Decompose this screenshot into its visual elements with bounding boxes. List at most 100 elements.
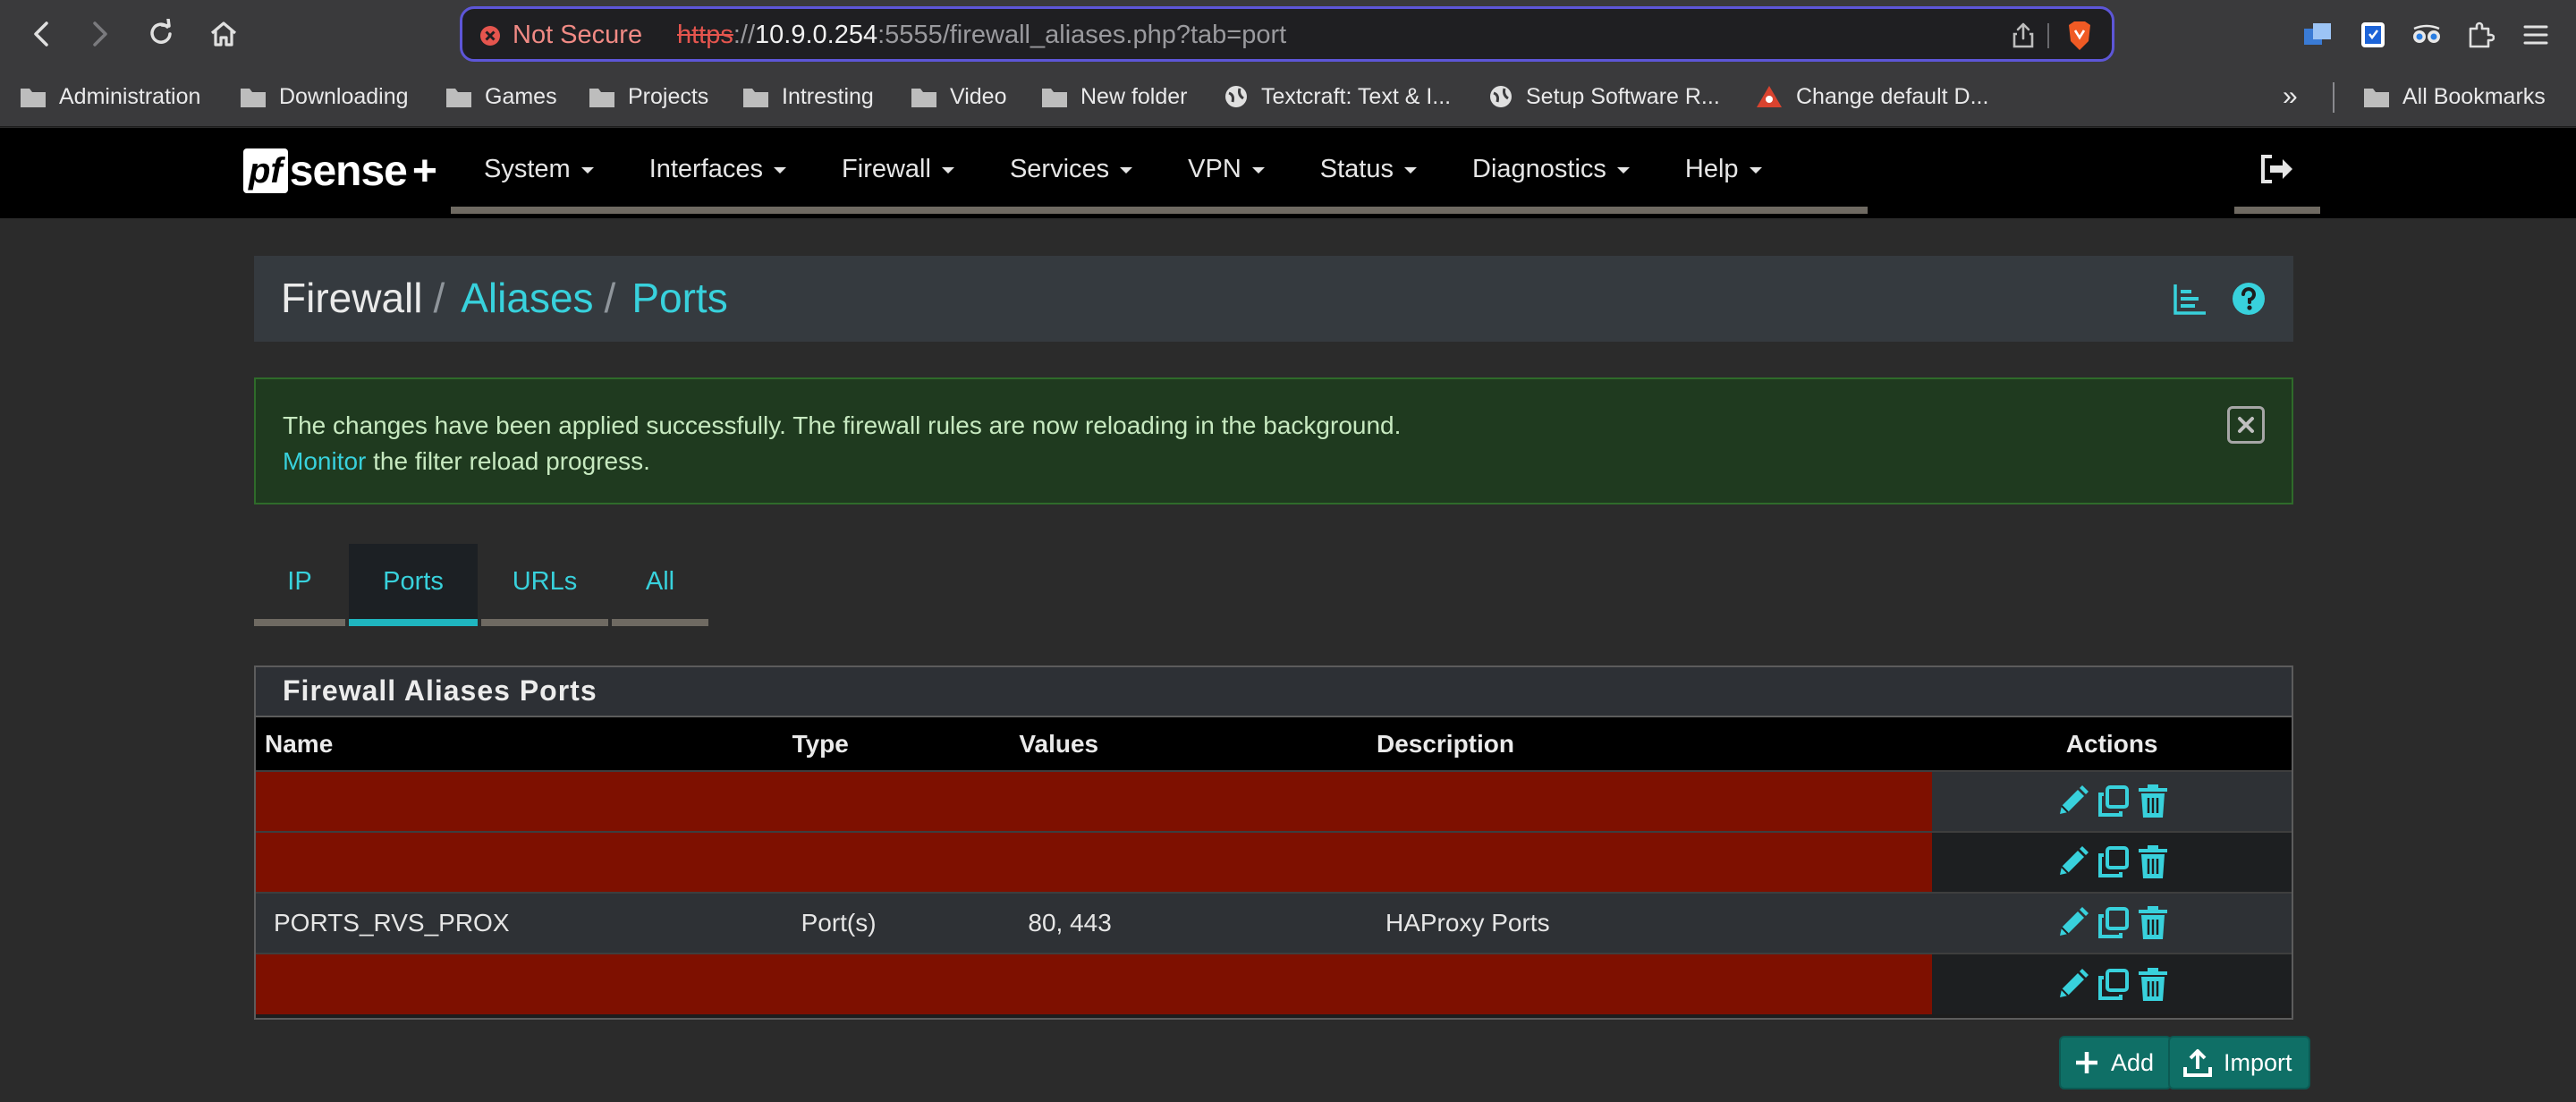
caret-down-icon <box>1120 167 1133 174</box>
pfsense-navbar: pf sense + System Interfaces Firewall Se… <box>0 128 2576 218</box>
bookmark-folder[interactable]: Intresting <box>742 79 874 114</box>
logo-plus: + <box>411 147 437 195</box>
folder-icon <box>911 85 937 108</box>
menu-status[interactable]: Status <box>1292 128 1445 210</box>
column-header-type[interactable]: Type <box>784 717 1011 771</box>
bookmark-label: Textcraft: Text & I... <box>1261 83 1452 109</box>
delete-icon[interactable] <box>2137 967 2169 1003</box>
security-label[interactable]: Not Secure <box>513 21 642 50</box>
column-header-values[interactable]: Values <box>1010 717 1368 771</box>
breadcrumb-separator: / <box>433 275 445 321</box>
reload-icon[interactable] <box>143 16 179 52</box>
site-icon <box>1755 84 1784 109</box>
import-button[interactable]: Import <box>2168 1036 2310 1089</box>
brave-shield-icon[interactable] <box>2065 20 2094 52</box>
breadcrumb-aliases[interactable]: Aliases <box>461 274 593 322</box>
folder-icon <box>240 85 267 108</box>
delete-icon[interactable] <box>2137 844 2169 880</box>
caret-down-icon <box>1749 167 1762 174</box>
monitor-link[interactable]: Monitor <box>283 447 366 475</box>
tab-ip[interactable]: IP <box>254 544 345 626</box>
url-text[interactable]: https://10.9.0.254:5555/firewall_aliases… <box>677 21 1286 50</box>
logout-icon[interactable] <box>2234 128 2320 210</box>
table-row[interactable] <box>256 954 2292 1014</box>
share-icon[interactable] <box>2012 21 2035 48</box>
home-icon[interactable] <box>206 16 242 52</box>
not-secure-icon <box>479 24 502 47</box>
add-button-label: Add <box>2111 1048 2155 1076</box>
help-icon[interactable] <box>2231 281 2267 317</box>
breadcrumb-bar: Firewall / Aliases / Ports <box>254 256 2293 342</box>
bookmark-folder[interactable]: New folder <box>1041 79 1188 114</box>
copy-icon[interactable] <box>2096 967 2131 1003</box>
extension-shield-icon[interactable] <box>2356 18 2390 52</box>
table-row[interactable] <box>256 771 2292 832</box>
extensions-puzzle-icon[interactable] <box>2463 18 2497 52</box>
row-actions <box>1932 832 2292 893</box>
all-bookmarks-button[interactable]: All Bookmarks <box>2363 79 2546 114</box>
menu-help[interactable]: Help <box>1657 128 1790 210</box>
copy-icon[interactable] <box>2096 784 2131 819</box>
browser-menu-icon[interactable] <box>2519 18 2553 52</box>
bookmark-label: Intresting <box>782 83 874 109</box>
panel-title: Firewall Aliases Ports <box>256 667 2292 717</box>
close-icon[interactable] <box>2227 406 2265 444</box>
extension-spy-icon[interactable] <box>2410 18 2444 52</box>
chart-icon[interactable] <box>2172 281 2207 317</box>
breadcrumb-ports[interactable]: Ports <box>631 274 727 322</box>
browser-toolbar: Not Secure https://10.9.0.254:5555/firew… <box>0 0 2576 68</box>
edit-icon[interactable] <box>2055 967 2090 1003</box>
aliases-table: Name Type Values Description Actions POR… <box>256 717 2292 1014</box>
table-row[interactable] <box>256 832 2292 893</box>
row-actions <box>1932 771 2292 832</box>
back-icon[interactable] <box>23 16 59 52</box>
bookmark-folder[interactable]: Projects <box>589 79 708 114</box>
logo-mark: pf <box>243 148 288 193</box>
globe-icon <box>1224 84 1249 109</box>
bookmarks-overflow-button[interactable]: » <box>2283 79 2298 114</box>
copy-icon[interactable] <box>2096 844 2131 880</box>
menu-underline <box>451 207 1868 214</box>
pfsense-logo[interactable]: pf sense + <box>243 144 437 198</box>
tab-all[interactable]: All <box>612 544 708 626</box>
menu-vpn[interactable]: VPN <box>1160 128 1292 210</box>
bookmark-folder[interactable]: Games <box>445 79 557 114</box>
bookmark-folder[interactable]: Administration <box>20 79 200 114</box>
bookmark-label: Administration <box>59 83 201 109</box>
menu-system[interactable]: System <box>456 128 622 210</box>
table-row[interactable]: PORTS_RVS_PROX Port(s) 80, 443 HAProxy P… <box>256 893 2292 954</box>
column-header-name[interactable]: Name <box>256 717 784 771</box>
bookmark-label: Change default D... <box>1796 83 1989 109</box>
caret-down-icon <box>941 167 954 174</box>
edit-icon[interactable] <box>2055 844 2090 880</box>
column-header-description[interactable]: Description <box>1368 717 1932 771</box>
address-bar[interactable]: Not Secure https://10.9.0.254:5555/firew… <box>460 6 2114 62</box>
menu-label: System <box>484 154 571 183</box>
bookmark-link[interactable]: Change default D... <box>1755 79 1988 114</box>
redacted-cell <box>256 832 1933 893</box>
tab-urls[interactable]: URLs <box>481 544 608 626</box>
edit-icon[interactable] <box>2055 905 2090 941</box>
menu-diagnostics[interactable]: Diagnostics <box>1445 128 1657 210</box>
add-button[interactable]: Add <box>2059 1036 2173 1089</box>
import-button-label: Import <box>2224 1048 2292 1076</box>
copy-icon[interactable] <box>2096 905 2131 941</box>
tab-ports[interactable]: Ports <box>349 544 478 626</box>
cell-name: PORTS_RVS_PROX <box>274 909 510 937</box>
menu-services[interactable]: Services <box>982 128 1160 210</box>
caret-down-icon <box>580 167 594 174</box>
edit-icon[interactable] <box>2055 784 2090 819</box>
forward-icon[interactable] <box>82 16 118 52</box>
extension-translate-icon[interactable] <box>2301 18 2334 52</box>
bookmark-folder[interactable]: Video <box>911 79 1007 114</box>
bookmark-link[interactable]: Setup Software R... <box>1488 79 1720 114</box>
bookmark-folder[interactable]: Downloading <box>240 79 409 114</box>
menu-interfaces[interactable]: Interfaces <box>622 128 814 210</box>
delete-icon[interactable] <box>2137 905 2169 941</box>
alias-tabs: IP Ports URLs All <box>254 544 712 632</box>
bookmark-link[interactable]: Textcraft: Text & I... <box>1224 79 1451 114</box>
folder-icon <box>20 85 47 108</box>
folder-icon <box>742 85 769 108</box>
delete-icon[interactable] <box>2137 784 2169 819</box>
menu-firewall[interactable]: Firewall <box>814 128 982 210</box>
